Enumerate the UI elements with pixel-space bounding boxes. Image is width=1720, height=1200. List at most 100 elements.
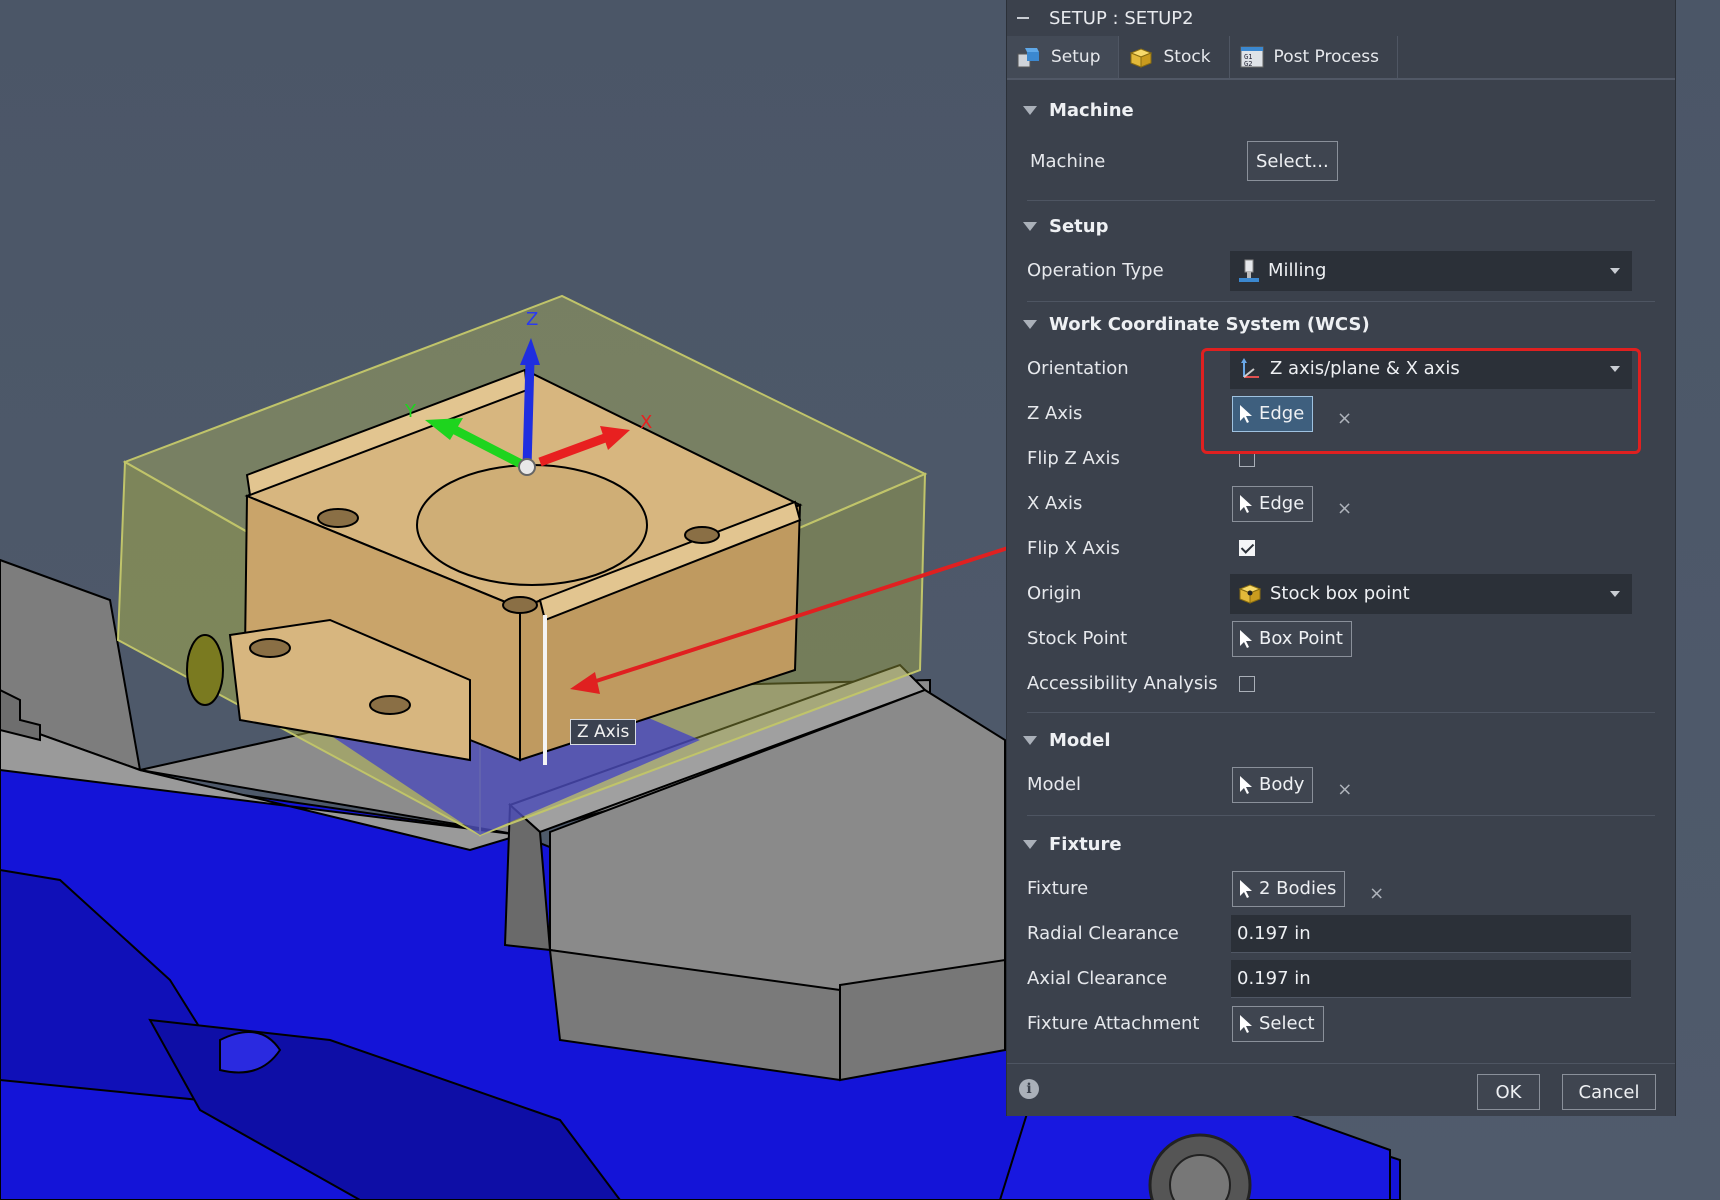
cursor-arrow-icon (1240, 404, 1252, 423)
cursor-arrow-icon (1240, 494, 1252, 513)
section-machine-header[interactable]: Machine (1007, 88, 1675, 132)
fixture-attachment-label: Fixture Attachment (1027, 1013, 1200, 1034)
chevron-down-icon (1610, 365, 1620, 372)
section-model-title: Model (1049, 729, 1111, 751)
radial-clearance-input[interactable]: 0.197 in (1231, 914, 1631, 953)
fixture-attachment-row: Fixture Attachment Select (1007, 1001, 1675, 1046)
model-label: Model (1027, 774, 1082, 795)
section-setup-title: Setup (1049, 215, 1109, 237)
setup-icon (1017, 48, 1039, 68)
chevron-down-icon (1610, 590, 1620, 597)
z-axis-tooltip: Z Axis (570, 719, 637, 745)
section-wcs-header[interactable]: Work Coordinate System (WCS) (1007, 302, 1675, 346)
accessibility-row: Accessibility Analysis (1007, 661, 1675, 706)
axial-clearance-label: Axial Clearance (1027, 968, 1168, 989)
milling-icon (1239, 259, 1259, 282)
orientation-dropdown[interactable]: Z axis/plane & X axis (1230, 348, 1632, 389)
accessibility-checkbox[interactable] (1239, 676, 1255, 692)
operation-type-dropdown[interactable]: Milling (1230, 250, 1632, 291)
radial-clearance-row: Radial Clearance 0.197 in (1007, 911, 1675, 956)
y-axis-label: Y (404, 401, 417, 422)
svg-text:G2: G2 (1244, 60, 1252, 68)
fixture-row: Fixture 2 Bodies × (1007, 866, 1675, 911)
tab-stock[interactable]: Stock (1119, 36, 1230, 78)
flip-z-row: Flip Z Axis (1007, 436, 1675, 481)
fixture-attachment-selector[interactable]: Select (1232, 1005, 1324, 1042)
tab-post-process[interactable]: G1 G2 Post Process (1230, 36, 1399, 78)
z-axis-label: Z Axis (1027, 403, 1083, 424)
origin-value: Stock box point (1270, 583, 1410, 604)
tab-bar: Setup Stock G1 G2 Post Process (1007, 36, 1675, 80)
x-axis-edge-selector[interactable]: Edge (1232, 485, 1314, 522)
stock-cube-icon (1130, 48, 1153, 68)
ok-button[interactable]: OK (1477, 1074, 1540, 1110)
fixture-clear-icon[interactable]: × (1369, 883, 1384, 904)
cursor-arrow-icon (1240, 879, 1252, 898)
tab-post-process-label: Post Process (1273, 47, 1380, 67)
stock-point-row: Stock Point Box Point (1007, 616, 1675, 661)
fixture-label: Fixture (1027, 878, 1089, 899)
orientation-value: Z axis/plane & X axis (1270, 358, 1460, 379)
section-machine-title: Machine (1049, 99, 1134, 121)
model-clear-icon[interactable]: × (1337, 779, 1352, 800)
origin-label: Origin (1027, 583, 1082, 604)
dialog-titlebar: SETUP : SETUP2 (1007, 0, 1675, 36)
expand-triangle-icon (1023, 319, 1037, 329)
z-axis-edge-selector[interactable]: Edge (1232, 395, 1314, 432)
cursor-arrow-icon (1240, 629, 1252, 648)
cursor-arrow-icon (1240, 775, 1252, 794)
expand-triangle-icon (1023, 221, 1037, 231)
section-wcs-title: Work Coordinate System (WCS) (1049, 313, 1370, 335)
divider (1027, 712, 1655, 713)
section-fixture-header[interactable]: Fixture (1007, 822, 1675, 866)
chevron-down-icon (1610, 267, 1620, 274)
fixture-attachment-value: Select (1259, 1013, 1315, 1034)
model-body-selector[interactable]: Body (1232, 766, 1314, 803)
orientation-label: Orientation (1027, 358, 1129, 379)
divider (1027, 200, 1655, 201)
axial-clearance-row: Axial Clearance 0.197 in (1007, 956, 1675, 1001)
section-fixture-title: Fixture (1049, 833, 1122, 855)
flip-x-checkbox[interactable] (1239, 540, 1255, 556)
flip-z-label: Flip Z Axis (1027, 448, 1120, 469)
stock-point-selector[interactable]: Box Point (1232, 620, 1352, 657)
tab-setup[interactable]: Setup (1007, 36, 1120, 78)
model-row: Model Body × (1007, 762, 1675, 807)
dialog-footer: i OK Cancel (1007, 1063, 1675, 1116)
flip-x-label: Flip X Axis (1027, 538, 1120, 559)
flip-x-row: Flip X Axis (1007, 526, 1675, 571)
cancel-button[interactable]: Cancel (1562, 1074, 1656, 1110)
dialog-title: SETUP : SETUP2 (1049, 7, 1194, 29)
z-axis-clear-icon[interactable]: × (1337, 408, 1352, 429)
flip-z-checkbox[interactable] (1239, 451, 1255, 467)
axial-clearance-input[interactable]: 0.197 in (1231, 959, 1631, 998)
setup-dialog: SETUP : SETUP2 Setup Stock G1 G2 Post Pr… (1007, 0, 1675, 1116)
accessibility-label: Accessibility Analysis (1027, 673, 1218, 694)
expand-triangle-icon (1023, 105, 1037, 115)
origin-row: Origin Stock box point (1007, 571, 1675, 616)
gcode-icon: G1 G2 (1240, 46, 1264, 68)
radial-clearance-label: Radial Clearance (1027, 923, 1179, 944)
stock-point-label: Stock Point (1027, 628, 1128, 649)
x-axis-clear-icon[interactable]: × (1337, 498, 1352, 519)
expand-triangle-icon (1023, 735, 1037, 745)
orientation-row: Orientation Z axis/plane & X axis (1007, 346, 1675, 391)
machine-select-button[interactable]: Select... (1247, 141, 1338, 181)
x-axis-label: X Axis (1027, 493, 1083, 514)
operation-type-label: Operation Type (1027, 260, 1164, 281)
section-model-header[interactable]: Model (1007, 718, 1675, 762)
origin-dropdown[interactable]: Stock box point (1230, 573, 1632, 614)
machine-row: Machine Select... (1007, 132, 1675, 190)
section-setup-header[interactable]: Setup (1007, 204, 1675, 248)
z-axis-label: Z (526, 309, 538, 330)
expand-triangle-icon (1023, 839, 1037, 849)
stock-box-point-icon (1238, 583, 1262, 604)
orientation-axes-icon (1241, 357, 1259, 378)
tab-setup-label: Setup (1051, 47, 1101, 67)
collapse-icon[interactable] (1017, 17, 1029, 19)
tab-stock-label: Stock (1163, 47, 1211, 67)
z-axis-value: Edge (1259, 403, 1305, 424)
info-icon[interactable]: i (1019, 1079, 1039, 1099)
fixture-bodies-selector[interactable]: 2 Bodies (1232, 870, 1346, 907)
operation-type-row: Operation Type Milling (1007, 248, 1675, 293)
